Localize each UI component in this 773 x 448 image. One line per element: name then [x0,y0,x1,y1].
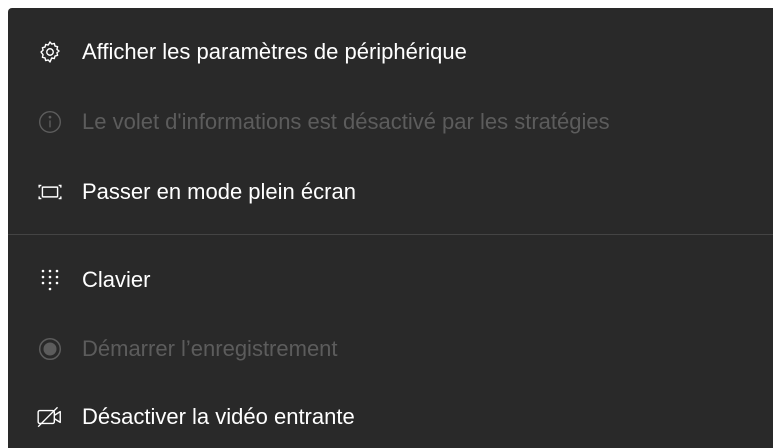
menu-item-fullscreen[interactable]: Passer en mode plein écran [8,157,773,227]
menu-item-label: Désactiver la vidéo entrante [82,404,355,429]
menu-item-label: Clavier [82,267,151,292]
menu-item-start-recording: Démarrer l’enregistrement [8,314,773,384]
context-menu: Afficher les paramètres de périphérique … [8,8,773,448]
menu-item-label: Afficher les paramètres de périphérique [82,39,467,64]
menu-item-info-pane: Le volet d'informations est désactivé pa… [8,87,773,157]
gear-icon [36,38,64,66]
menu-item-disable-incoming-video[interactable]: Désactiver la vidéo entrante [8,382,773,448]
fullscreen-icon [36,178,64,206]
video-off-icon [36,403,64,431]
menu-item-label: Démarrer l’enregistrement [82,336,338,361]
menu-item-label: Le volet d'informations est désactivé pa… [82,109,610,134]
menu-item-label: Passer en mode plein écran [82,179,356,204]
menu-item-keypad[interactable]: Clavier [8,245,773,315]
menu-divider [8,234,773,235]
menu-item-device-settings[interactable]: Afficher les paramètres de périphérique [8,17,773,87]
keypad-icon [36,266,64,294]
info-icon [36,108,64,136]
record-icon [36,335,64,363]
